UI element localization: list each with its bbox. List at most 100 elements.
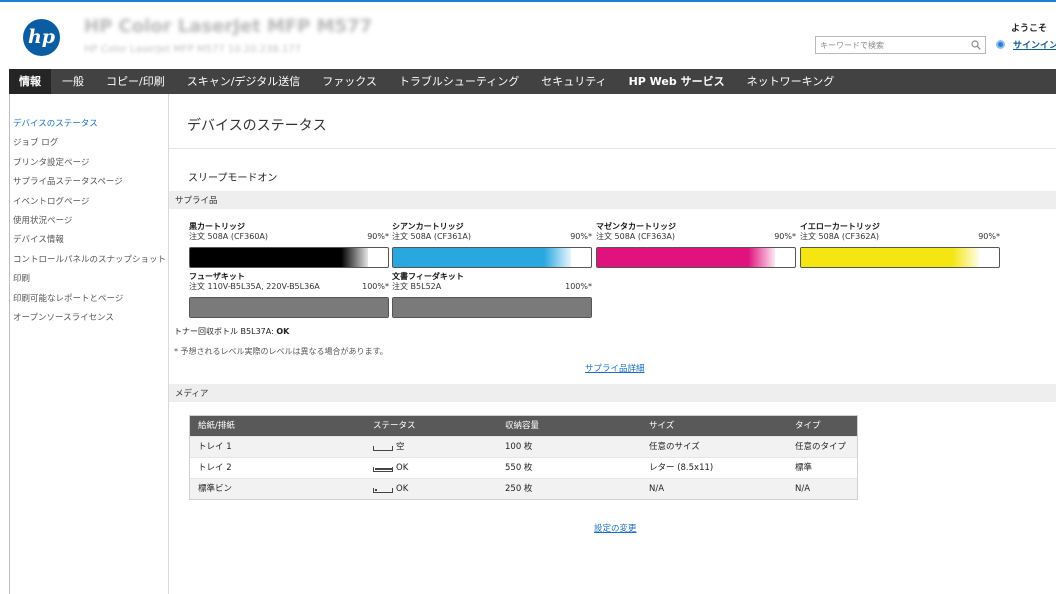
media-header-cell: サイズ <box>649 421 675 431</box>
supply-item: シアンカートリッジ 注文 508A (CF361A) 90%* <box>392 222 592 268</box>
tray-type: 標準 <box>795 463 813 473</box>
toner-collection-label: トナー回収ボトル B5L37A: <box>174 327 274 336</box>
supply-order-number: 注文 508A (CF363A) <box>596 232 675 241</box>
supply-level-fill <box>190 248 369 267</box>
media-header-cell: 収納容量 <box>505 421 540 431</box>
media-header-cell: 給紙/排紙 <box>198 421 235 431</box>
media-header-cell: タイプ <box>795 421 821 431</box>
supply-percent: 90%* <box>774 232 796 241</box>
sidebar-item-3[interactable]: サプライ品ステータスページ <box>13 173 163 192</box>
sidebar-item-10[interactable]: オープンソースライセンス <box>13 309 163 328</box>
change-settings-link[interactable]: 設定の変更 <box>594 522 637 534</box>
supply-order-number: 注文 B5L52A <box>392 282 442 291</box>
sidebar-item-5[interactable]: 使用状況ページ <box>13 212 163 231</box>
tray-capacity: 250 枚 <box>505 484 533 494</box>
tray-name: トレイ 1 <box>198 442 232 452</box>
product-subtitle: HP Color LaserJet MFP M577 10.20.238.177 <box>84 44 302 55</box>
sidebar-item-9[interactable]: 印刷可能なレポートとページ <box>13 290 163 309</box>
tray-level-fill <box>375 467 393 470</box>
tray-name: 標準ビン <box>198 484 233 494</box>
supply-item: 黒カートリッジ 注文 508A (CF360A) 90%* <box>189 222 389 268</box>
table-row: 標準ビン OK 250 枚 N/A N/A <box>190 478 857 499</box>
supply-name: 黒カートリッジ <box>189 222 245 231</box>
supply-percent: 90%* <box>978 232 1000 241</box>
nav-tab-4[interactable]: ファックス <box>311 69 388 94</box>
tray-status: 空 <box>369 437 505 457</box>
toner-collection-status: トナー回収ボトル B5L37A: OK <box>174 326 289 337</box>
supply-level-bar <box>189 297 389 318</box>
nav-tab-8[interactable]: ネットワーキング <box>736 69 846 94</box>
nav-tab-7[interactable]: HP Web サービス <box>618 69 736 94</box>
tray-name: トレイ 2 <box>198 463 232 473</box>
sidebar-item-4[interactable]: イベントログページ <box>13 193 163 212</box>
tray-status-text: 空 <box>396 442 405 452</box>
supply-item: フューザキット 注文 110V-B5L35A, 220V-B5L36A 100%* <box>189 272 389 318</box>
media-section-label: メディア <box>175 389 209 399</box>
media-header-cell: ステータス <box>373 421 416 431</box>
sidebar-item-2[interactable]: プリンタ設定ページ <box>13 154 163 173</box>
search-icon[interactable] <box>971 40 981 50</box>
supply-name: 文書フィーダキット <box>392 272 464 281</box>
supply-percent: 100%* <box>565 282 592 291</box>
table-row: トレイ 1 空 100 枚 任意のサイズ 任意のタイプ <box>190 436 857 457</box>
sign-in-link[interactable]: サインイン <box>1013 38 1056 51</box>
supply-level-bar <box>800 247 1000 268</box>
supply-order-number: 注文 508A (CF361A) <box>392 232 471 241</box>
tray-status: OK <box>369 479 505 499</box>
sidebar-item-8[interactable]: 印刷 <box>13 270 163 289</box>
supply-order-number: 注文 508A (CF360A) <box>189 232 268 241</box>
sidebar-item-1[interactable]: ジョブ ログ <box>13 134 163 153</box>
tray-size: 任意のサイズ <box>649 442 700 452</box>
media-table-header: 給紙/排紙 ステータス 収納容量 サイズ タイプ <box>190 416 857 436</box>
nav-tab-6[interactable]: セキュリティ <box>530 69 617 94</box>
supply-item: マゼンタカートリッジ 注文 508A (CF363A) 90%* <box>596 222 796 268</box>
supply-percent: 90%* <box>367 232 389 241</box>
supply-level-fill <box>393 298 591 317</box>
supply-level-bar <box>189 247 389 268</box>
supply-order-number: 注文 508A (CF362A) <box>800 232 879 241</box>
tray-level-icon <box>373 445 393 451</box>
user-icon <box>996 40 1005 49</box>
tray-level-icon <box>373 487 393 493</box>
search-input[interactable] <box>816 37 964 53</box>
nav-tab-5[interactable]: トラブルシューティング <box>388 69 530 94</box>
sidebar-item-7[interactable]: コントロールパネルのスナップショット <box>13 251 166 270</box>
sidebar-item-0[interactable]: デバイスのステータス <box>13 115 163 134</box>
supply-item: イエローカートリッジ 注文 508A (CF362A) 90%* <box>800 222 1000 268</box>
supply-level-bar <box>392 247 592 268</box>
title-divider <box>169 148 1056 149</box>
supplies-section-label: サプライ品 <box>175 196 218 206</box>
tray-status-text: OK <box>396 463 409 473</box>
left-border <box>9 94 10 594</box>
supply-level-fill <box>393 248 572 267</box>
nav-tab-0[interactable]: 情報 <box>9 69 51 94</box>
supply-percent: 100%* <box>362 282 389 291</box>
supply-percent: 90%* <box>570 232 592 241</box>
supply-item: 文書フィーダキット 注文 B5L52A 100%* <box>392 272 592 318</box>
supply-name: シアンカートリッジ <box>392 222 464 231</box>
tray-capacity: 550 枚 <box>505 463 533 473</box>
sidebar: デバイスのステータス ジョブ ログ プリンタ設定ページ サプライ品ステータスページ イベ… <box>13 115 166 328</box>
hp-logo[interactable]: hp <box>23 19 60 56</box>
tray-level-icon <box>373 466 393 472</box>
tray-level-fill <box>375 488 377 491</box>
supply-level-fill <box>801 248 980 267</box>
nav-tab-2[interactable]: コピー/印刷 <box>95 69 176 94</box>
supply-name: マゼンタカートリッジ <box>596 222 676 231</box>
page-title: デバイスのステータス <box>187 118 327 134</box>
supplies-section-header: サプライ品 <box>169 191 1056 209</box>
nav-tab-1[interactable]: 一般 <box>51 69 95 94</box>
tray-type: 任意のタイプ <box>795 442 847 452</box>
supply-level-fill <box>597 248 776 267</box>
product-title: HP Color LaserJet MFP M577 <box>84 16 373 37</box>
nav-tab-3[interactable]: スキャン/デジタル送信 <box>176 69 312 94</box>
supply-order-number: 注文 110V-B5L35A, 220V-B5L36A <box>189 282 320 291</box>
supply-details-link[interactable]: サプライ品詳細 <box>585 362 645 374</box>
supply-level-bar <box>392 297 592 318</box>
supply-name: フューザキット <box>189 272 245 281</box>
media-section-header: メディア <box>169 384 1056 402</box>
sidebar-item-6[interactable]: デバイス情報 <box>13 231 163 250</box>
search-box <box>815 36 986 54</box>
header: hp HP Color LaserJet MFP M577 HP Color L… <box>0 2 1056 69</box>
supply-name: イエローカートリッジ <box>800 222 880 231</box>
